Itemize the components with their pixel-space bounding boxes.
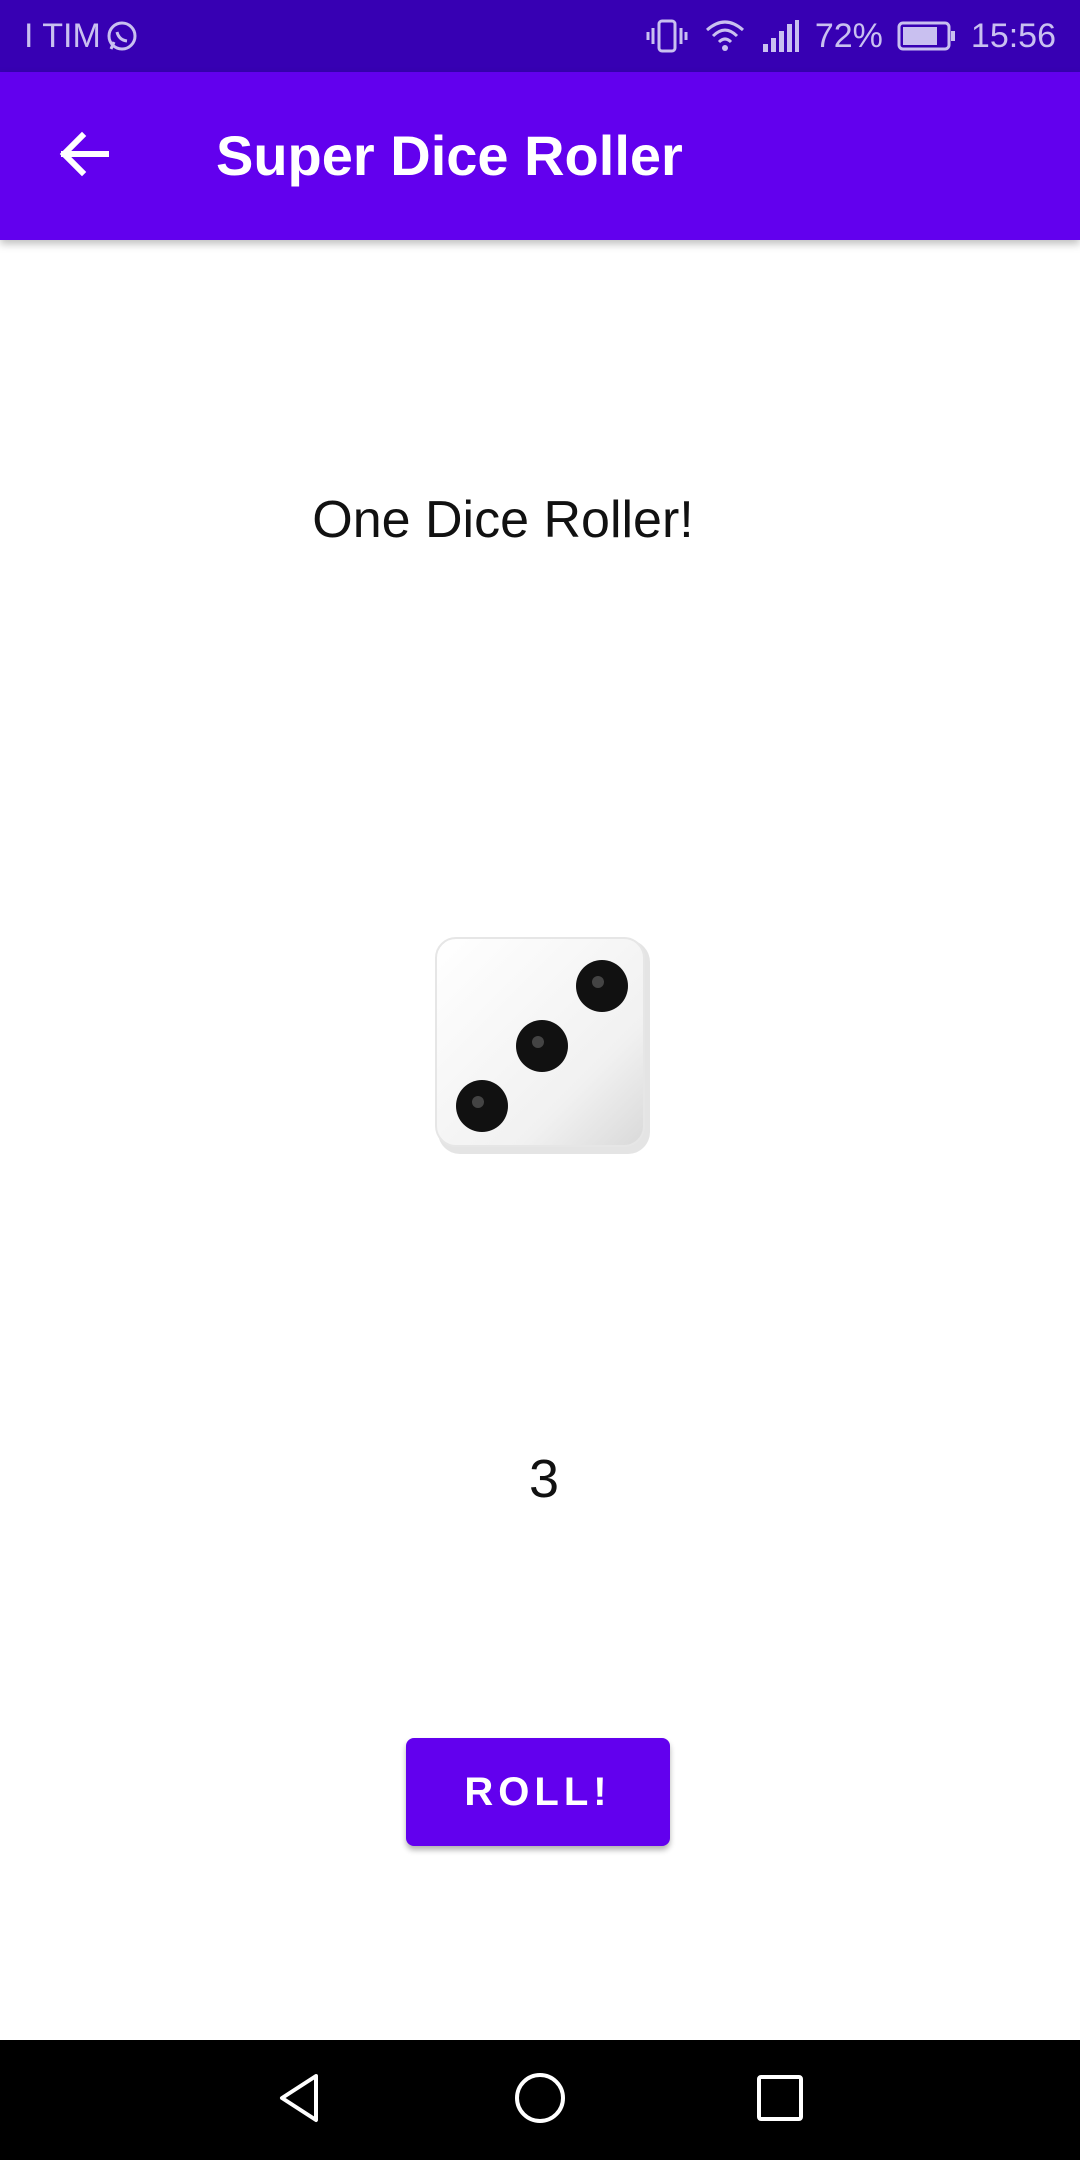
back-button[interactable]: [36, 108, 132, 204]
wifi-icon: [703, 18, 747, 54]
arrow-left-icon: [56, 126, 112, 187]
carrier-label: I TIM: [24, 16, 101, 55]
clock: 15:56: [970, 16, 1056, 55]
app-title: Super Dice Roller: [216, 124, 683, 187]
back-triangle-icon: [272, 2070, 328, 2131]
home-circle-icon: [512, 2070, 568, 2131]
dice-result: 3: [528, 1449, 560, 1509]
battery-percent: 72%: [814, 16, 883, 55]
roll-button[interactable]: ROLL!: [406, 1738, 670, 1846]
system-nav-bar: [0, 2040, 1080, 2160]
battery-icon: [897, 20, 957, 52]
recents-square-icon: [752, 2070, 808, 2131]
whatsapp-icon: [105, 19, 139, 53]
nav-back-button[interactable]: [260, 2060, 340, 2140]
dice-image: [412, 920, 652, 1160]
app-bar: Super Dice Roller: [0, 72, 1080, 240]
status-right: 72% 15:56: [645, 0, 1056, 72]
signal-icon: [761, 18, 801, 54]
nav-recents-button[interactable]: [740, 2060, 820, 2140]
page-heading: One Dice Roller!: [312, 491, 694, 549]
nav-home-button[interactable]: [500, 2060, 580, 2140]
status-bar: I TIM 72% 15:56: [0, 0, 1080, 72]
status-left: I TIM: [24, 0, 139, 72]
vibrate-icon: [645, 18, 689, 54]
